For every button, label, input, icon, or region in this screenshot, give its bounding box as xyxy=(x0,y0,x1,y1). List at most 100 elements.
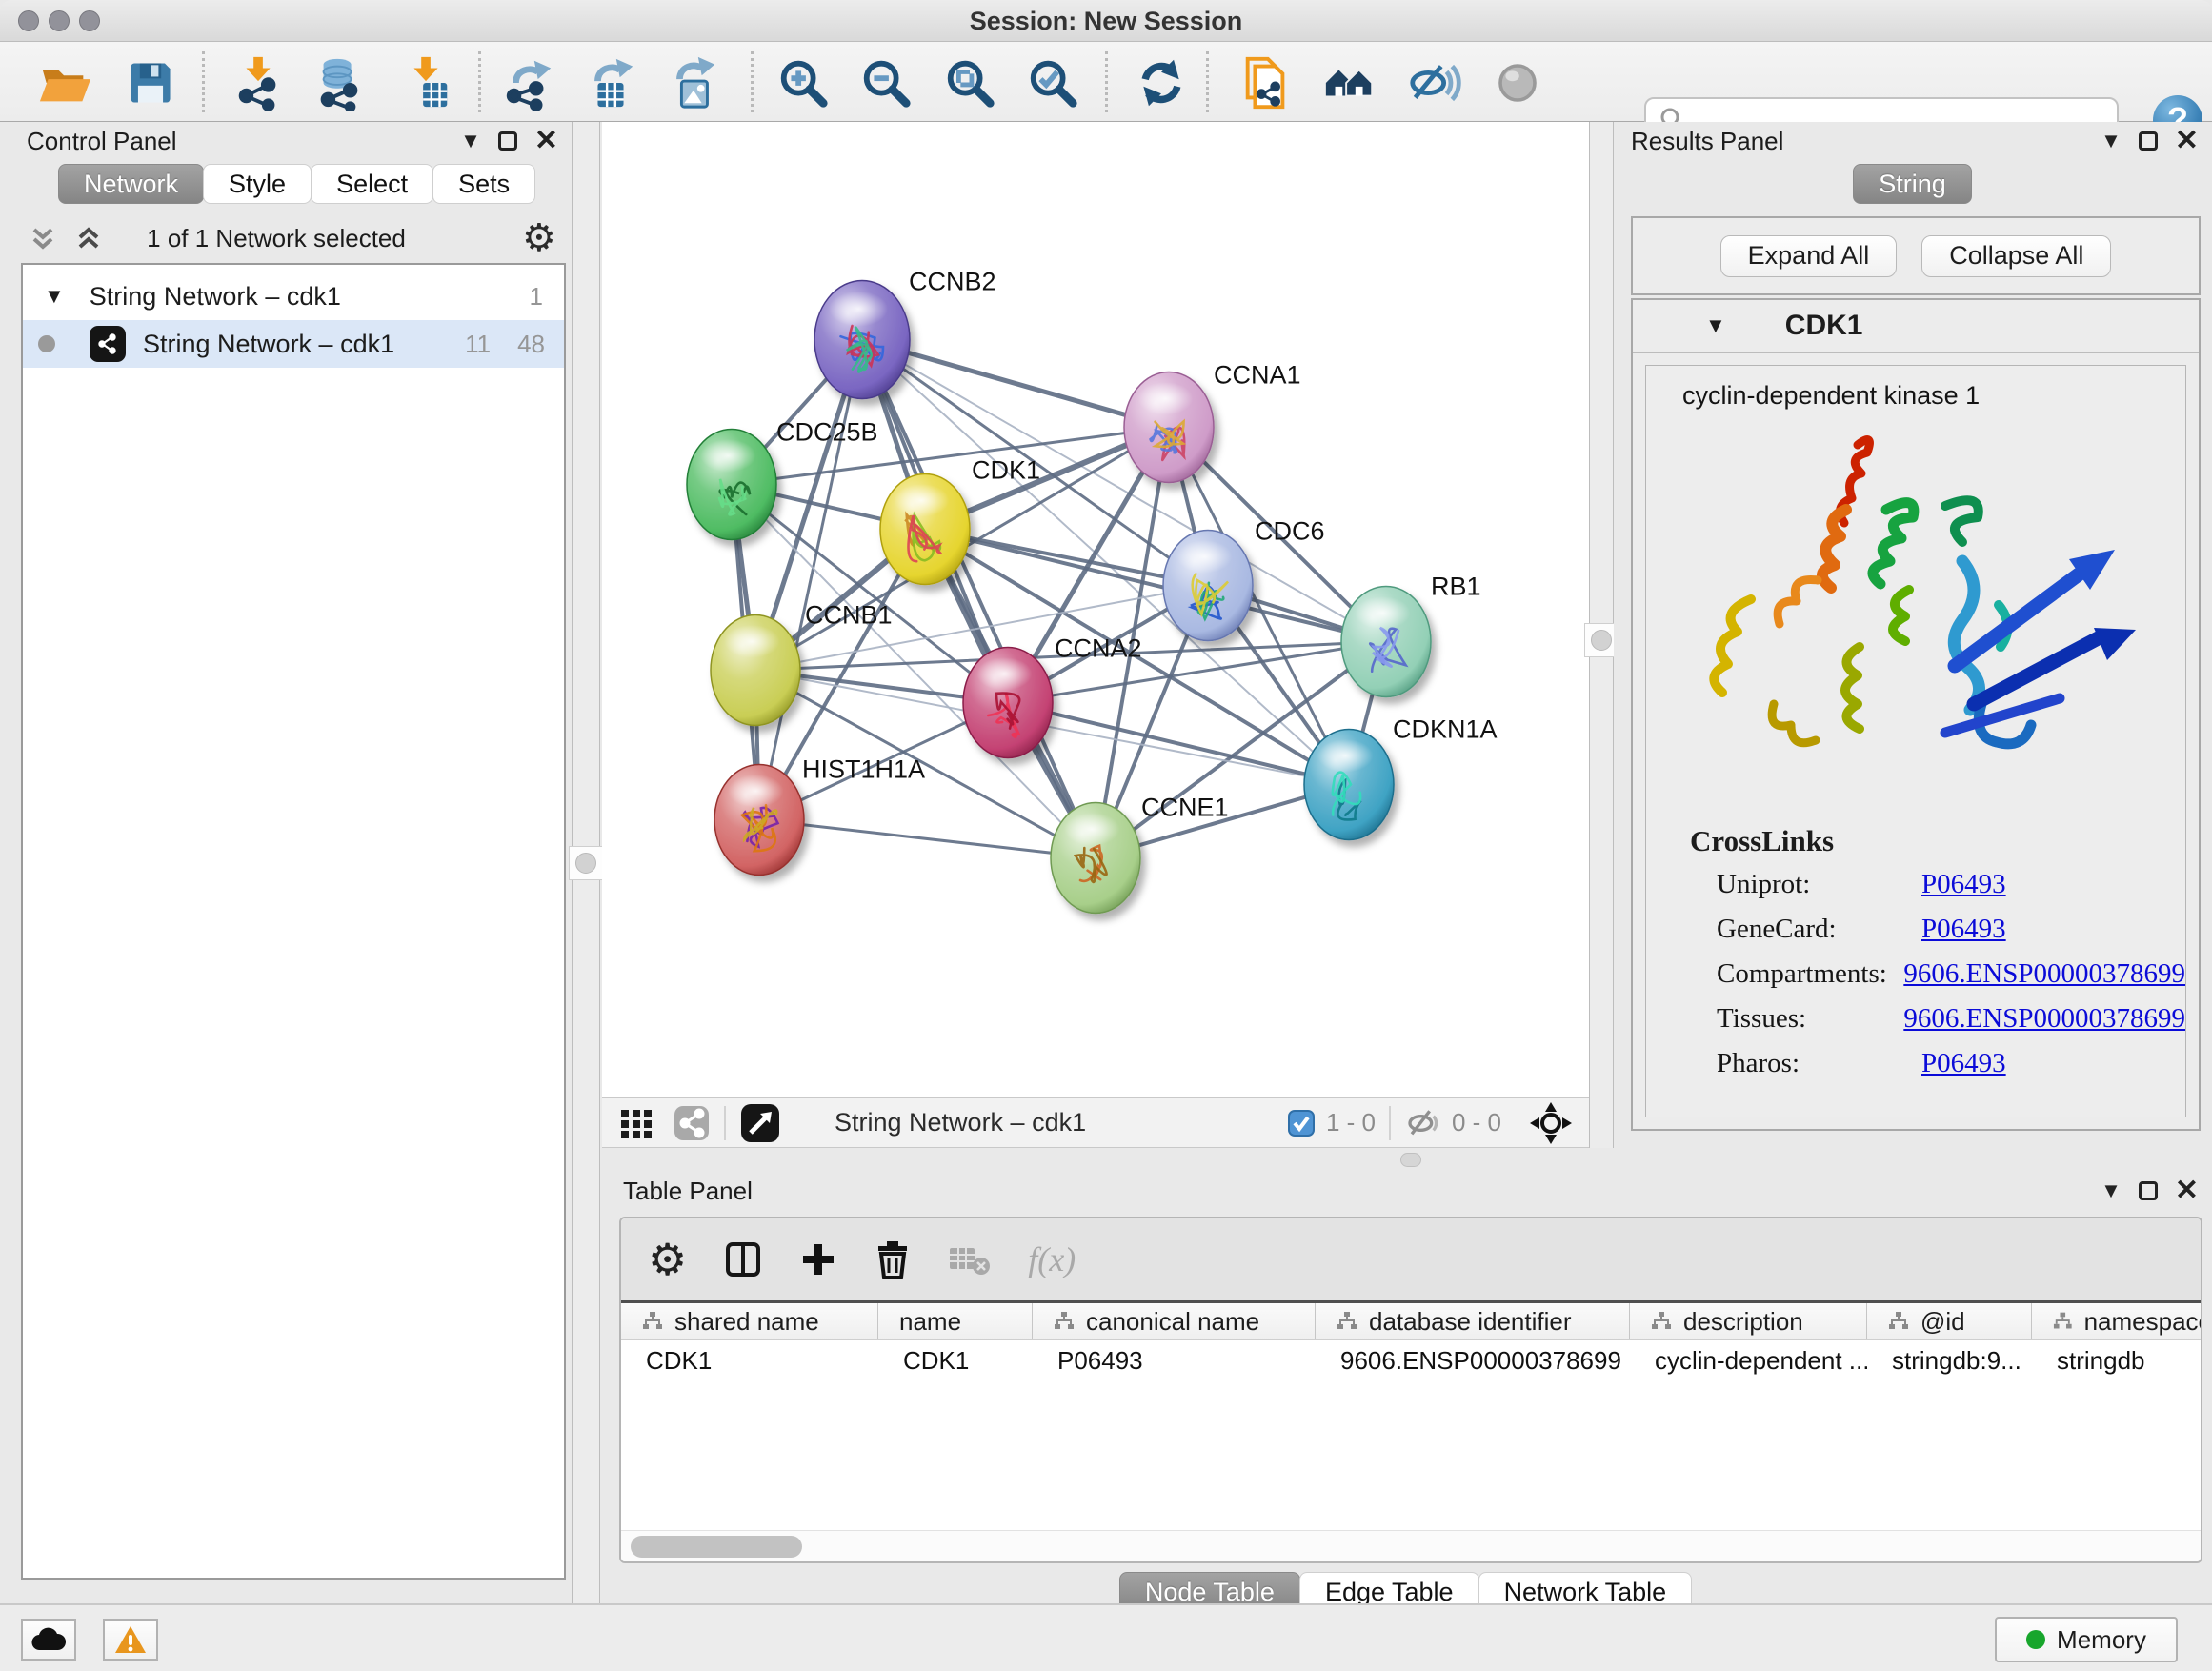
crosslink-link[interactable]: P06493 xyxy=(1921,914,2006,945)
crosslink-link[interactable]: 9606.ENSP00000378699 xyxy=(1903,958,2185,990)
crosslink-link[interactable]: P06493 xyxy=(1921,869,2006,900)
save-session-button[interactable] xyxy=(121,53,180,112)
table-panel-close-icon[interactable]: ✕ xyxy=(2175,1177,2199,1205)
eye-disabled-icon xyxy=(1492,57,1543,109)
table-body: CDK1CDK1P064939606.ENSP00000378699cyclin… xyxy=(621,1340,2201,1380)
show-columns-icon[interactable] xyxy=(723,1239,763,1279)
zoom-fit-button[interactable] xyxy=(940,53,999,112)
expand-all-button[interactable]: Expand All xyxy=(1720,235,1898,277)
network-node-CCNE1[interactable] xyxy=(1051,803,1140,914)
network-node-CCNA2[interactable] xyxy=(963,648,1053,758)
network-node-RB1[interactable] xyxy=(1341,587,1431,697)
table-cell[interactable]: stringdb:9... xyxy=(1867,1340,2032,1380)
control-panel-close-icon[interactable]: ✕ xyxy=(534,127,558,155)
open-session-button[interactable] xyxy=(35,53,94,112)
network-canvas[interactable]: CCNB2CCNA1CDC25BCDK1CDC6RB1CCNB1CCNA2CDK… xyxy=(602,122,1589,1097)
column-header-database-identifier[interactable]: database identifier xyxy=(1316,1303,1630,1339)
scrollbar-thumb[interactable] xyxy=(631,1536,802,1558)
add-column-icon[interactable] xyxy=(799,1240,837,1278)
tab-style[interactable]: Style xyxy=(203,164,312,204)
node-label-CDK1: CDK1 xyxy=(972,456,1040,485)
table-row[interactable]: CDK1CDK1P064939606.ENSP00000378699cyclin… xyxy=(621,1340,2201,1380)
table-cell[interactable]: cyclin-dependent ... xyxy=(1630,1340,1867,1380)
clone-network-button[interactable] xyxy=(1237,53,1296,112)
table-panel-float-icon[interactable] xyxy=(2139,1181,2158,1200)
network-node-CDKN1A[interactable] xyxy=(1304,730,1394,840)
import-table-file-button[interactable] xyxy=(397,53,456,112)
results-panel-float-icon[interactable] xyxy=(2139,131,2158,151)
table-settings-gear-icon[interactable]: ⚙ xyxy=(648,1238,687,1281)
selected-checkbox-icon[interactable] xyxy=(1288,1110,1315,1137)
crosslink-link[interactable]: P06493 xyxy=(1921,1048,2006,1079)
crosslink-link[interactable]: 9606.ENSP00000378699 xyxy=(1903,1003,2185,1035)
export-network-button[interactable] xyxy=(499,53,558,112)
gene-section-header[interactable]: ▼ CDK1 xyxy=(1633,300,2199,353)
bottom-splitter-grip[interactable] xyxy=(1400,1153,1421,1167)
gene-expand-icon[interactable]: ▼ xyxy=(1705,313,1726,338)
column-header-description[interactable]: description xyxy=(1630,1303,1867,1339)
zoom-in-button[interactable] xyxy=(774,53,833,112)
bottom-splitter[interactable] xyxy=(600,1148,2212,1172)
import-network-database-button[interactable] xyxy=(310,53,369,112)
hide-selected-button[interactable] xyxy=(1404,53,1463,112)
network-node-CDC25B[interactable] xyxy=(687,430,776,540)
export-table-button[interactable] xyxy=(581,53,640,112)
results-panel-menu-icon[interactable]: ▼ xyxy=(2101,131,2122,151)
network-edge[interactable] xyxy=(759,340,862,820)
column-header-canonical-name[interactable]: canonical name xyxy=(1033,1303,1316,1339)
network-view-mode-icon[interactable] xyxy=(673,1104,711,1142)
table-panel-menu-icon[interactable]: ▼ xyxy=(2101,1180,2122,1201)
left-splitter-grip[interactable] xyxy=(569,846,603,880)
home-layout-button[interactable] xyxy=(1320,53,1379,112)
table-cell[interactable]: stringdb xyxy=(2032,1340,2202,1380)
left-splitter[interactable] xyxy=(572,122,600,1603)
network-row[interactable]: String Network – cdk1 11 48 xyxy=(23,320,564,368)
grid-view-icon[interactable] xyxy=(619,1106,654,1140)
table-horizontal-scrollbar[interactable] xyxy=(621,1530,2201,1561)
column-header-name[interactable]: name xyxy=(878,1303,1033,1339)
zoom-selected-button[interactable] xyxy=(1023,53,1082,112)
selected-node-edge-count: 1 - 0 xyxy=(1326,1108,1376,1137)
node-label-CDC6: CDC6 xyxy=(1255,517,1325,546)
memory-button[interactable]: Memory xyxy=(1995,1617,2178,1662)
refresh-view-button[interactable] xyxy=(1132,53,1191,112)
network-node-CCNB1[interactable] xyxy=(711,615,800,726)
tab-select[interactable]: Select xyxy=(311,164,433,204)
tab-network[interactable]: Network xyxy=(58,164,204,204)
show-all-button[interactable] xyxy=(1488,53,1547,112)
control-panel-menu-icon[interactable]: ▼ xyxy=(460,131,481,151)
tab-string[interactable]: String xyxy=(1853,164,1972,204)
right-splitter[interactable] xyxy=(1589,122,1614,1148)
network-edge[interactable] xyxy=(759,820,1096,858)
collapse-all-button[interactable]: Collapse All xyxy=(1921,235,2111,277)
control-panel-float-icon[interactable] xyxy=(498,131,517,151)
results-panel-close-icon[interactable]: ✕ xyxy=(2175,127,2199,155)
network-node-CCNB2[interactable] xyxy=(814,281,910,399)
collection-expand-icon[interactable]: ▼ xyxy=(44,284,65,309)
network-options-gear-icon[interactable]: ⚙ xyxy=(522,219,556,257)
network-collection-row[interactable]: ▼ String Network – cdk1 1 xyxy=(23,272,564,320)
collapse-all-chevron-icon[interactable] xyxy=(27,222,59,254)
table-cell[interactable]: CDK1 xyxy=(878,1340,1033,1380)
network-node-CDC6[interactable] xyxy=(1163,531,1253,641)
table-cell[interactable]: 9606.ENSP00000378699 xyxy=(1316,1340,1630,1380)
warnings-button[interactable] xyxy=(103,1619,158,1661)
cloud-status-button[interactable] xyxy=(21,1619,76,1661)
network-node-CDK1[interactable] xyxy=(880,474,970,585)
expand-all-chevron-icon[interactable] xyxy=(72,222,105,254)
birds-eye-view-icon[interactable] xyxy=(739,1102,781,1144)
table-cell[interactable]: CDK1 xyxy=(621,1340,878,1380)
network-node-HIST1H1A[interactable] xyxy=(714,765,804,876)
column-header-namespace[interactable]: namespace xyxy=(2032,1303,2202,1339)
export-image-button[interactable] xyxy=(663,53,722,112)
tab-sets[interactable]: Sets xyxy=(432,164,535,204)
network-graph[interactable]: CCNB2CCNA1CDC25BCDK1CDC6RB1CCNB1CCNA2CDK… xyxy=(602,122,1589,1097)
network-node-CCNA1[interactable] xyxy=(1124,372,1214,483)
zoom-out-button[interactable] xyxy=(856,53,915,112)
column-header-shared-name[interactable]: shared name xyxy=(621,1303,878,1339)
fit-selected-crosshair-icon[interactable] xyxy=(1528,1100,1574,1146)
import-network-file-button[interactable] xyxy=(230,53,289,112)
column-header--id[interactable]: @id xyxy=(1867,1303,2032,1339)
table-cell[interactable]: P06493 xyxy=(1033,1340,1316,1380)
delete-column-icon[interactable] xyxy=(874,1239,912,1279)
